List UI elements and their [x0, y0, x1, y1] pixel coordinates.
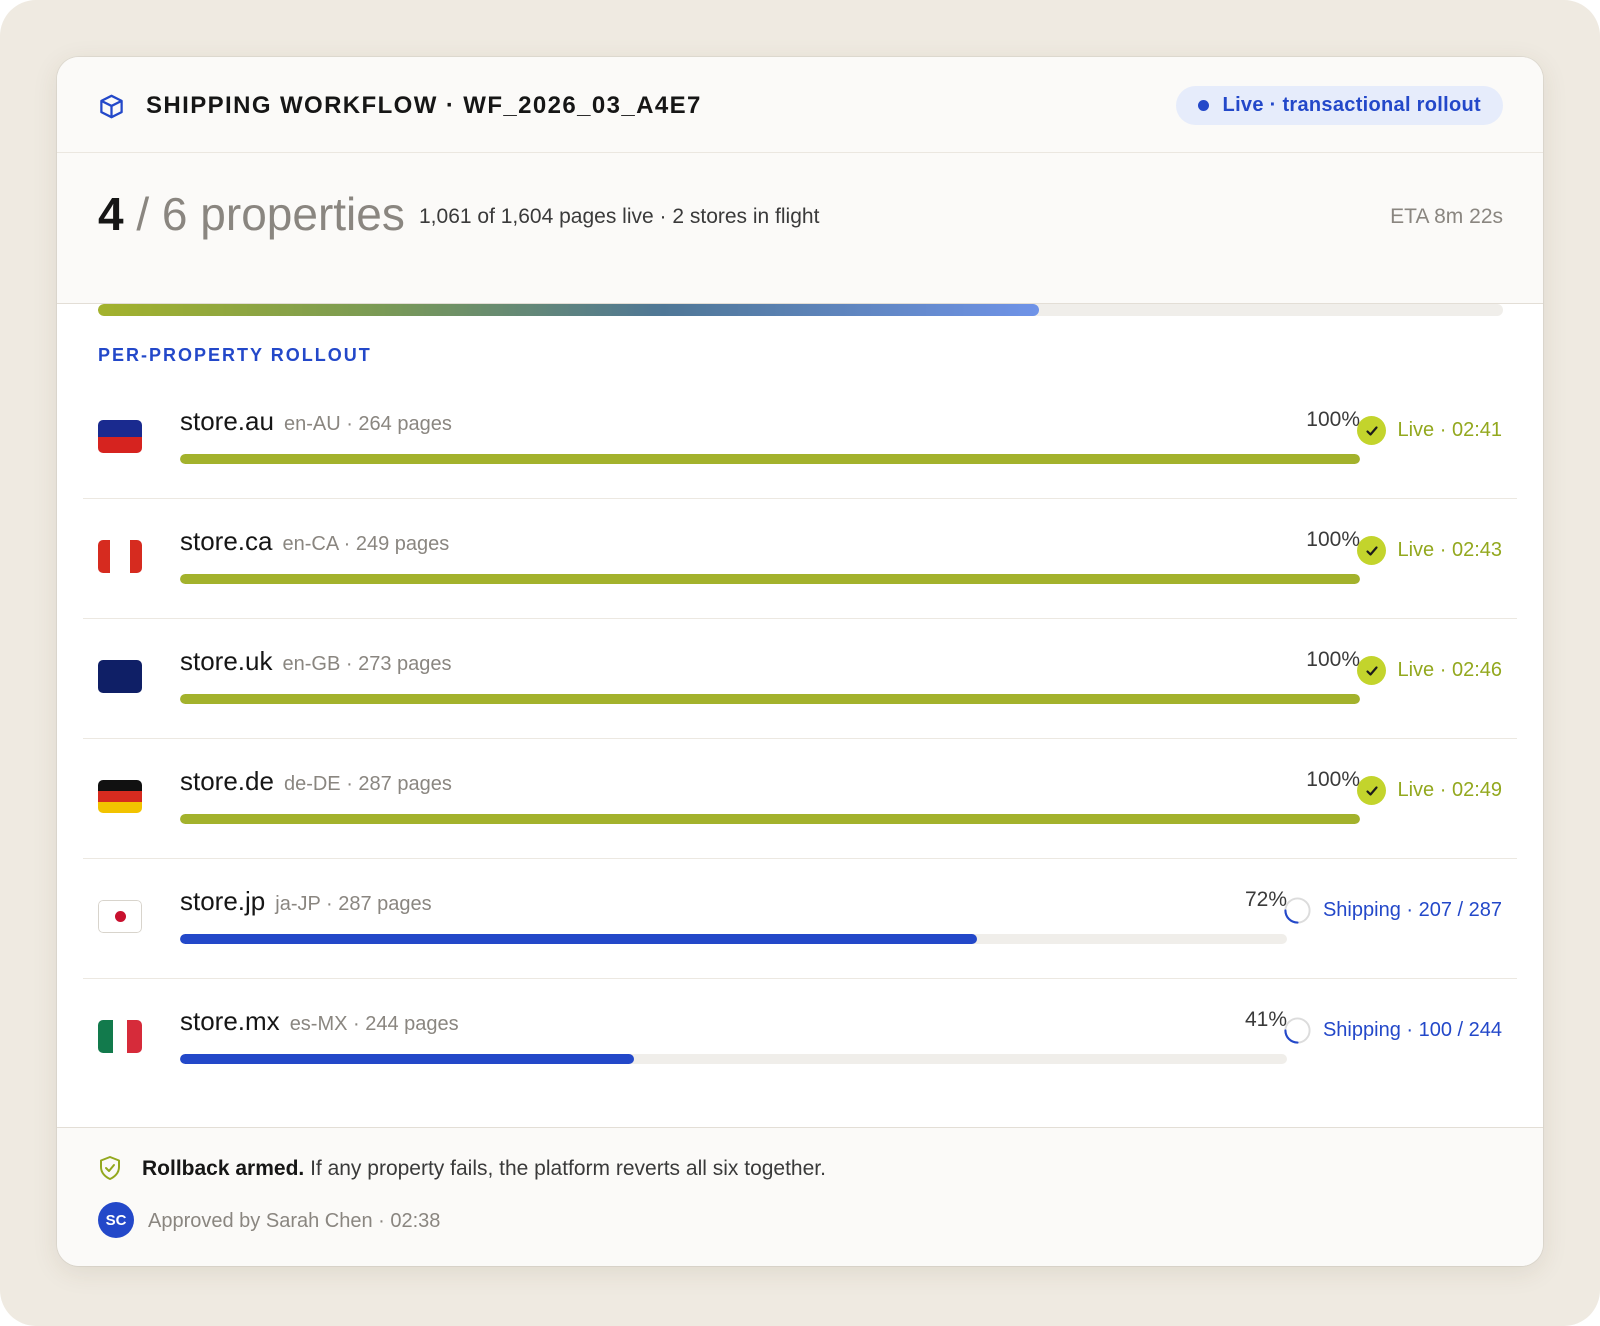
flag-uk-icon: [98, 660, 142, 693]
store-name[interactable]: store.mx es-MX · 244 pages: [180, 1006, 459, 1037]
property-progress-fill: [180, 574, 1360, 584]
approver-avatar: SC: [98, 1202, 134, 1238]
property-status-label: Shipping · 207 / 287: [1322, 899, 1502, 921]
property-row[interactable]: store.au en-AU · 264 pages 100% Live · 02:4…: [83, 379, 1517, 499]
store-name[interactable]: store.jp ja-JP · 287 pages: [180, 886, 432, 917]
property-status-label: Live · 02:49: [1397, 779, 1502, 801]
property-status: Live · 02:46: [1357, 656, 1502, 685]
property-status-label: Live · 02:43: [1397, 539, 1502, 561]
section-heading: PER-PROPERTY ROLLOUT: [98, 345, 372, 365]
store-meta: ja-JP · 287 pages: [275, 893, 432, 915]
property-progress-bar: [180, 694, 1360, 704]
check-circle-icon: [1357, 416, 1387, 445]
store-name[interactable]: store.ca en-CA · 249 pages: [180, 526, 449, 557]
flag-mx-icon: [98, 1020, 142, 1053]
live-dot-icon: [1197, 100, 1209, 111]
overall-progress-bar: [98, 304, 1503, 316]
pages-live-detail: 1,061 of 1,604 pages live · 2 stores in …: [419, 205, 820, 228]
approved-by-label: Approved by Sarah Chen · 02:38: [148, 1210, 441, 1232]
progress-percent: 100%: [1306, 528, 1360, 551]
card-header: SHIPPING WORKFLOW · WF_2026_03_A4E7 Live…: [57, 57, 1543, 153]
property-row[interactable]: store.de de-DE · 287 pages 100% Live · 02:4…: [83, 739, 1517, 859]
property-row[interactable]: store.jp ja-JP · 287 pages 72% Shipping · 2…: [83, 859, 1517, 979]
properties-count: 4 / 6 properties: [98, 187, 405, 241]
property-status-label: Shipping · 100 / 244: [1322, 1019, 1502, 1041]
store-meta: en-AU · 264 pages: [283, 413, 452, 435]
property-status: Live · 02:43: [1357, 536, 1502, 565]
store-domain[interactable]: store.de: [180, 766, 274, 796]
property-status-label: Live · 02:41: [1397, 419, 1502, 441]
check-circle-icon: [1357, 776, 1387, 805]
rollback-notice: Rollback armed. If any property fails, t…: [142, 1157, 826, 1181]
overall-progress-fill: [98, 304, 1040, 316]
store-meta: es-MX · 244 pages: [289, 1013, 459, 1035]
property-list: store.au en-AU · 264 pages 100% Live · 02:4…: [83, 379, 1517, 1099]
property-progress-fill: [180, 454, 1360, 464]
property-status: Live · 02:49: [1357, 776, 1502, 805]
rollback-title: Rollback armed.: [142, 1157, 305, 1180]
store-meta: de-DE · 287 pages: [283, 773, 452, 795]
property-progress-bar: [180, 814, 1360, 824]
property-status: Shipping · 100 / 244: [1283, 1016, 1502, 1045]
progress-percent: 41%: [1244, 1008, 1287, 1031]
cube-icon: [100, 94, 123, 119]
property-progress-bar: [180, 454, 1360, 464]
property-progress-bar: [180, 574, 1360, 584]
flag-de-icon: [98, 780, 142, 813]
store-domain[interactable]: store.mx: [180, 1006, 280, 1036]
property-status: Live · 02:41: [1357, 416, 1502, 445]
spinner-icon: [1284, 897, 1311, 924]
eta-label: ETA 8m 22s: [1390, 205, 1503, 228]
flag-jp-icon: [98, 900, 142, 933]
rollback-text: If any property fails, the platform reve…: [304, 1157, 826, 1180]
property-row[interactable]: store.uk en-GB · 273 pages 100% Live · 02:4…: [83, 619, 1517, 739]
store-meta: en-CA · 249 pages: [282, 533, 450, 555]
property-progress-fill: [180, 934, 978, 944]
flag-ca-icon: [98, 540, 142, 573]
spinner-icon: [1284, 1017, 1311, 1044]
property-status: Shipping · 207 / 287: [1283, 896, 1502, 925]
workflow-card: SHIPPING WORKFLOW · WF_2026_03_A4E7 Live…: [57, 57, 1543, 1266]
progress-percent: 100%: [1306, 768, 1360, 791]
property-progress-bar: [180, 934, 1287, 944]
card-footer: Rollback armed. If any property fails, t…: [57, 1127, 1543, 1266]
rollout-summary: 4 / 6 properties 1,061 of 1,604 pages li…: [57, 153, 1543, 316]
property-progress-fill: [180, 814, 1360, 824]
store-name[interactable]: store.uk en-GB · 273 pages: [180, 646, 452, 677]
store-meta: en-GB · 273 pages: [282, 653, 452, 675]
property-row[interactable]: store.ca en-CA · 249 pages 100% Live · 02:4…: [83, 499, 1517, 619]
property-progress-fill: [180, 694, 1360, 704]
store-name[interactable]: store.au en-AU · 264 pages: [180, 406, 452, 437]
properties-total: / 6 properties: [123, 188, 405, 240]
workflow-title: SHIPPING WORKFLOW · WF_2026_03_A4E7: [146, 92, 702, 119]
store-name[interactable]: store.de de-DE · 287 pages: [180, 766, 452, 797]
store-domain[interactable]: store.uk: [180, 646, 273, 676]
progress-percent: 100%: [1306, 648, 1360, 671]
property-row[interactable]: store.mx es-MX · 244 pages 41% Shipping · 1…: [83, 979, 1517, 1099]
shield-check-icon: [100, 1156, 120, 1180]
check-circle-icon: [1357, 656, 1387, 685]
property-status-label: Live · 02:46: [1397, 659, 1502, 681]
flag-au-icon: [98, 420, 142, 453]
progress-percent: 72%: [1244, 888, 1287, 911]
property-progress-bar: [180, 1054, 1287, 1064]
rollout-status-pill[interactable]: Live · transactional rollout: [1175, 86, 1503, 125]
store-domain[interactable]: store.au: [180, 406, 274, 436]
store-domain[interactable]: store.jp: [180, 886, 265, 916]
properties-done: 4: [98, 188, 124, 240]
property-progress-fill: [180, 1054, 634, 1064]
store-domain[interactable]: store.ca: [180, 526, 273, 556]
rollout-status-label: Live · transactional rollout: [1222, 94, 1481, 116]
progress-percent: 100%: [1306, 408, 1360, 431]
check-circle-icon: [1357, 536, 1387, 565]
